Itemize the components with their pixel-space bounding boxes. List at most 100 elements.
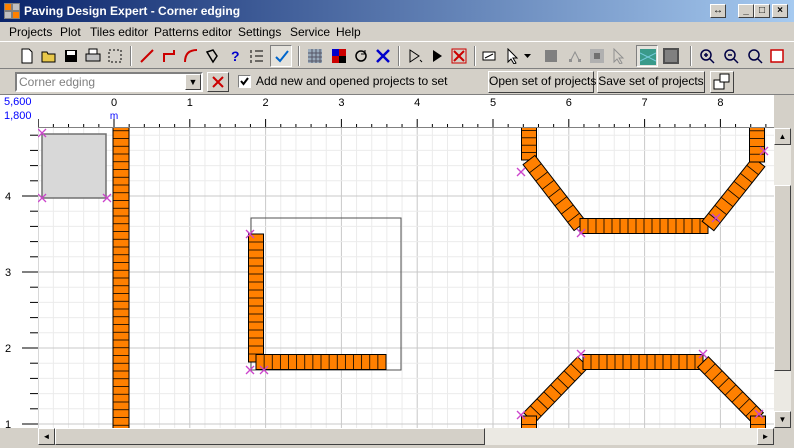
arc-icon <box>184 49 198 63</box>
erase-button[interactable] <box>478 45 500 67</box>
tile-dark-button[interactable] <box>660 45 682 67</box>
ruler-x-label: 5 <box>490 97 496 109</box>
menu-patterns-editor[interactable]: Patterns editor <box>154 25 232 39</box>
app-icon <box>4 3 20 19</box>
vertical-ruler: 4 3 2 1 <box>0 128 38 428</box>
add-to-set-checkbox[interactable] <box>238 75 251 88</box>
scale-y: 1,800 <box>4 110 32 122</box>
numbered-list-icon <box>250 50 263 63</box>
numbered-list-button[interactable] <box>246 45 268 67</box>
corner-edging-horizontal <box>255 354 387 370</box>
restore-size-button[interactable]: ↔ <box>710 4 726 18</box>
texture-button[interactable] <box>636 45 658 67</box>
ruler-x-label: 3 <box>338 97 344 109</box>
checkmark-icon <box>240 77 249 86</box>
select-area-button[interactable] <box>104 45 126 67</box>
project-selector[interactable]: ▼ <box>15 72 203 92</box>
zoom-fit-icon <box>748 49 763 64</box>
rotate-button[interactable] <box>350 45 372 67</box>
scroll-right-button[interactable]: ► <box>757 428 774 445</box>
tile-gray-button[interactable] <box>540 45 562 67</box>
ruler-x-label: 0 <box>111 97 117 109</box>
pointer-dropdown-button[interactable] <box>523 45 535 67</box>
pointer-button[interactable] <box>502 45 524 67</box>
color-pattern-icon <box>332 49 346 63</box>
scroll-down-button[interactable]: ▼ <box>774 411 791 428</box>
open-set-button[interactable]: Open set of projects <box>488 71 596 93</box>
zoom-out-button[interactable] <box>720 45 742 67</box>
new-button[interactable] <box>16 45 38 67</box>
corner-edging-vertical <box>248 233 264 363</box>
line-tool-button[interactable] <box>136 45 158 67</box>
octagon-top-horizontal <box>579 218 709 234</box>
node-button[interactable] <box>564 45 586 67</box>
horizontal-scroll-thumb[interactable] <box>55 428 485 445</box>
corner-line-tool-button[interactable] <box>158 45 180 67</box>
ruler-y-label: 3 <box>5 267 11 279</box>
ruler-y-label: 4 <box>5 191 11 203</box>
stop-button[interactable] <box>448 45 470 67</box>
close-icon <box>212 76 224 88</box>
horizontal-ruler: 0 1 2 3 4 5 6 7 8 m <box>38 95 774 128</box>
step-icon <box>409 49 423 63</box>
ruler-unit-label: m <box>110 111 118 122</box>
delete-button[interactable] <box>372 45 394 67</box>
grid-fill-icon <box>308 49 322 63</box>
grid-fill-button[interactable] <box>304 45 326 67</box>
help-query-button[interactable]: ? <box>224 45 246 67</box>
dropdown-arrow-icon <box>524 54 531 58</box>
zoom-in-button[interactable] <box>696 45 718 67</box>
close-button[interactable]: × <box>772 4 788 18</box>
main-toolbar: ? <box>0 41 794 69</box>
menu-settings[interactable]: Settings <box>238 25 281 39</box>
set-options-button[interactable] <box>710 71 734 93</box>
step-button[interactable] <box>404 45 426 67</box>
stop-cross-icon <box>451 48 467 64</box>
minimize-button[interactable]: _ <box>738 4 754 18</box>
check-button[interactable] <box>270 45 292 67</box>
vertical-scroll-thumb[interactable] <box>774 185 791 371</box>
open-button[interactable] <box>38 45 60 67</box>
horizontal-scrollbar[interactable]: ◄ ► <box>38 428 774 445</box>
zoom-frame-button[interactable] <box>766 45 788 67</box>
octagon-top-right-diagonal <box>701 156 766 232</box>
edging-strip-vertical <box>112 128 130 428</box>
menu-projects[interactable]: Projects <box>9 25 52 39</box>
arc-tool-button[interactable] <box>180 45 202 67</box>
size-grip[interactable] <box>774 428 794 448</box>
color-pattern-button[interactable] <box>328 45 350 67</box>
save-set-button[interactable]: Save set of projects <box>597 71 705 93</box>
delete-cross-icon <box>376 49 390 63</box>
octagon-bottom-horizontal <box>582 354 704 370</box>
polyline-tool-button[interactable] <box>202 45 224 67</box>
menu-tiles-editor[interactable]: Tiles editor <box>90 25 148 39</box>
svg-text:?: ? <box>231 48 240 64</box>
menu-plot[interactable]: Plot <box>60 25 81 39</box>
tile-gray-icon <box>545 50 557 62</box>
vertical-scrollbar[interactable]: ▲ ▼ <box>774 128 791 428</box>
zoom-fit-button[interactable] <box>744 45 766 67</box>
play-button[interactable] <box>426 45 448 67</box>
project-selector-input[interactable] <box>19 75 185 89</box>
scale-display: 5,600 1,800 <box>0 95 38 128</box>
pointer-disabled-button[interactable] <box>608 45 630 67</box>
menu-help[interactable]: Help <box>336 25 361 39</box>
chevron-down-icon[interactable]: ▼ <box>185 74 201 90</box>
save-button[interactable] <box>60 45 82 67</box>
drawing-canvas[interactable] <box>38 128 774 428</box>
title-bar: Paving Design Expert - Corner edging ↔ _… <box>0 0 794 22</box>
octagon-top-left-vertical <box>521 128 537 161</box>
octagon-top-left-diagonal <box>522 154 587 232</box>
ruler-y-label: 2 <box>5 343 11 355</box>
print-button[interactable] <box>82 45 104 67</box>
selection-square <box>41 133 107 199</box>
menu-service[interactable]: Service <box>290 25 330 39</box>
scroll-left-button[interactable]: ◄ <box>38 428 55 445</box>
corner-line-icon <box>163 50 175 62</box>
zoom-out-icon <box>724 49 739 64</box>
tile-box-button[interactable] <box>586 45 608 67</box>
scroll-up-button[interactable]: ▲ <box>774 128 791 145</box>
ruler-x-label: 2 <box>263 97 269 109</box>
maximize-button[interactable]: □ <box>754 4 770 18</box>
cancel-button[interactable] <box>207 72 229 92</box>
